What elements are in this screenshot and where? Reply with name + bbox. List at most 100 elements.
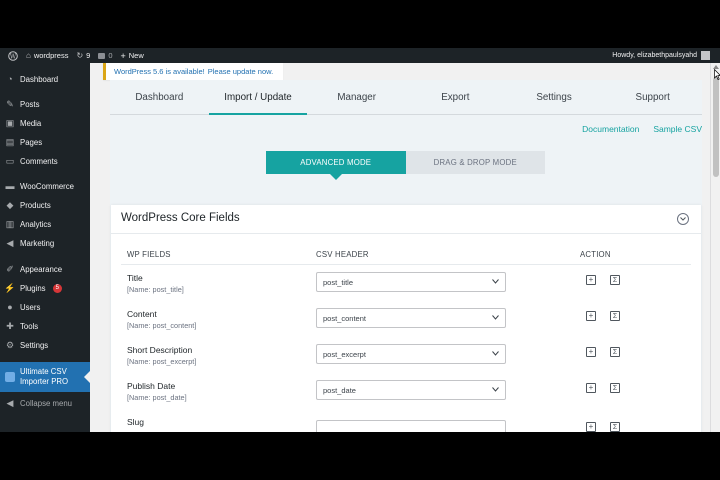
updates-link[interactable]: ↻ 9	[76, 51, 90, 60]
brush-icon: ✐	[6, 263, 14, 274]
card-title: WordPress Core Fields	[121, 212, 240, 224]
field-label: Content	[127, 309, 157, 319]
comments-count: 0	[108, 51, 113, 60]
avatar	[701, 51, 710, 60]
update-now-link[interactable]: Please update now.	[208, 67, 273, 76]
box-icon: ◆	[6, 199, 14, 210]
plug-icon: ⚡	[4, 282, 16, 293]
importer-panel: Dashboard Import / Update Manager Export…	[110, 80, 702, 432]
importer-tabs: Dashboard Import / Update Manager Export…	[110, 80, 702, 115]
chart-icon: ▥	[5, 218, 15, 229]
csv-header-select[interactable]	[316, 420, 506, 432]
sidebar-item-label: Users	[20, 302, 41, 312]
add-icon[interactable]: +	[586, 347, 596, 357]
update-notice: WordPress 5.6 is available! Please updat…	[103, 63, 283, 80]
sidebar-item-label: Marketing	[20, 238, 55, 248]
active-label-line2: Importer PRO	[20, 377, 69, 386]
sidebar-item-label: Settings	[20, 340, 49, 350]
documentation-link[interactable]: Documentation	[582, 124, 639, 134]
collapse-icon: ◀	[6, 397, 14, 408]
scrollbar-thumb[interactable]	[713, 77, 719, 177]
tab-export[interactable]: Export	[406, 80, 505, 114]
field-label: Publish Date	[127, 381, 176, 391]
field-name: [Name: post_date]	[127, 393, 187, 402]
formula-icon[interactable]: Σ	[610, 275, 620, 285]
media-icon: ▣	[5, 117, 15, 128]
tab-manager[interactable]: Manager	[307, 80, 406, 114]
formula-icon[interactable]: Σ	[610, 422, 620, 432]
sidebar-item-ultimate-csv-importer[interactable]: Ultimate CSV Importer PRO	[0, 362, 90, 392]
admin-sidebar: ◔ Dashboard ✎ Posts ▣ Media ▤ Pages ▭ Co…	[0, 63, 90, 432]
sidebar-item-media[interactable]: ▣ Media	[0, 114, 90, 132]
column-header-wp-fields: WP FIELDS	[127, 250, 171, 259]
wrench-icon: ✚	[6, 320, 14, 331]
account-menu[interactable]: Howdy, elizabethpaulsyahd	[612, 48, 710, 63]
admin-bar: W ⌂ wordpress ↻ 9 0 + New Howdy, elizabe…	[0, 48, 720, 63]
sidebar-item-plugins[interactable]: ⚡ Plugins 5	[0, 279, 90, 297]
sample-csv-link[interactable]: Sample CSV	[653, 124, 702, 134]
sidebar-item-tools[interactable]: ✚ Tools	[0, 317, 90, 335]
formula-icon[interactable]: Σ	[610, 383, 620, 393]
sidebar-item-label: Analytics	[20, 219, 52, 229]
sidebar-item-analytics[interactable]: ▥ Analytics	[0, 215, 90, 233]
help-links: Documentation Sample CSV	[582, 124, 702, 134]
home-icon: ⌂	[26, 51, 31, 60]
collapse-card-button[interactable]	[677, 213, 689, 225]
formula-icon[interactable]: Σ	[610, 311, 620, 321]
add-icon[interactable]: +	[586, 311, 596, 321]
refresh-icon: ↻	[76, 51, 84, 60]
sidebar-item-marketing[interactable]: ◀ Marketing	[0, 234, 90, 252]
sidebar-item-label: Products	[20, 200, 51, 210]
select-value: post_date	[323, 385, 356, 395]
add-icon[interactable]: +	[586, 422, 596, 432]
settings-icon: ⚙	[5, 339, 15, 350]
field-label: Slug	[127, 417, 145, 427]
sidebar-item-users[interactable]: ● Users	[0, 298, 90, 316]
comments-link[interactable]: 0	[98, 51, 113, 60]
tab-dashboard[interactable]: Dashboard	[110, 80, 209, 114]
site-name-link[interactable]: ⌂ wordpress	[26, 51, 68, 60]
collapse-menu-button[interactable]: ◀ Collapse menu	[0, 394, 90, 412]
column-header-action: ACTION	[580, 250, 611, 259]
sidebar-item-label: Appearance	[20, 264, 63, 274]
advanced-mode-button[interactable]: ADVANCED MODE	[266, 151, 406, 180]
sidebar-item-pages[interactable]: ▤ Pages	[0, 133, 90, 151]
update-notice-text: WordPress 5.6 is available!	[114, 67, 205, 76]
formula-icon[interactable]: Σ	[610, 347, 620, 357]
chevron-down-icon	[492, 351, 499, 356]
drag-drop-mode-button[interactable]: DRAG & DROP MODE	[405, 151, 545, 174]
new-content-link[interactable]: + New	[121, 51, 144, 61]
sidebar-item-products[interactable]: ◆ Products	[0, 196, 90, 214]
add-icon[interactable]: +	[586, 275, 596, 285]
sidebar-item-woocommerce[interactable]: ▬ WooCommerce	[0, 177, 90, 195]
select-value: post_excerpt	[323, 349, 366, 359]
csv-header-select[interactable]: post_content	[316, 308, 506, 328]
sidebar-item-settings[interactable]: ⚙ Settings	[0, 336, 90, 354]
sidebar-item-label: WooCommerce	[20, 181, 75, 191]
csv-header-select[interactable]: post_excerpt	[316, 344, 506, 364]
csv-header-select[interactable]: post_title	[316, 272, 506, 292]
dashboard-icon: ◔	[7, 74, 13, 84]
tab-import-update[interactable]: Import / Update	[208, 80, 308, 115]
select-value: post_title	[323, 277, 354, 287]
field-name: [Name: post_title]	[127, 285, 184, 294]
tab-settings[interactable]: Settings	[505, 80, 604, 114]
sidebar-item-comments[interactable]: ▭ Comments	[0, 152, 90, 170]
page-scrollbar[interactable]	[710, 63, 720, 432]
tab-support[interactable]: Support	[603, 80, 702, 114]
mode-switch: ADVANCED MODE DRAG & DROP MODE	[266, 151, 545, 180]
divider	[111, 233, 701, 234]
sidebar-item-dashboard[interactable]: ◔ Dashboard	[0, 70, 90, 88]
add-icon[interactable]: +	[586, 383, 596, 393]
sidebar-item-label: Comments	[20, 156, 58, 166]
mouse-cursor-icon	[714, 69, 720, 80]
sidebar-item-label: Pages	[20, 137, 43, 147]
plus-icon: +	[120, 50, 126, 61]
sidebar-item-posts[interactable]: ✎ Posts	[0, 95, 90, 113]
wordpress-logo-icon[interactable]: W	[8, 50, 18, 61]
csv-header-select[interactable]: post_date	[316, 380, 506, 400]
pages-icon: ▤	[5, 136, 15, 147]
sidebar-item-appearance[interactable]: ✐ Appearance	[0, 260, 90, 278]
field-row-short-description: Short Description [Name: post_excerpt] p…	[111, 344, 701, 381]
sidebar-item-label: Ultimate CSV Importer PRO	[20, 367, 68, 387]
